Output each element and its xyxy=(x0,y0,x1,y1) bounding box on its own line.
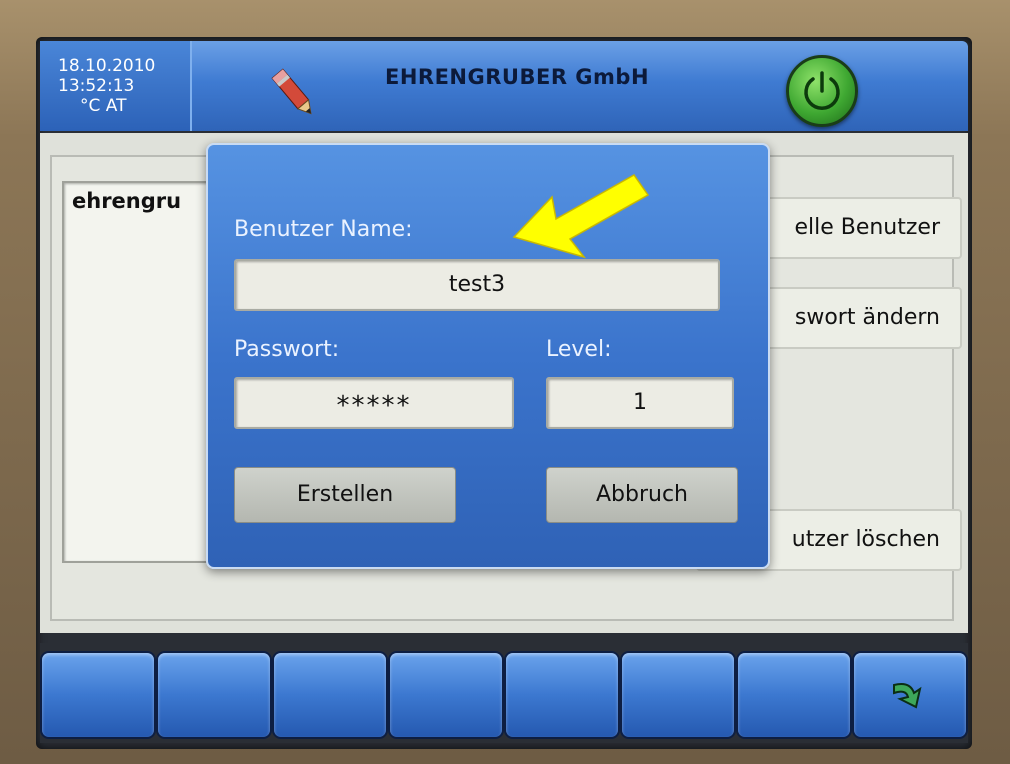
password-field[interactable]: ***** xyxy=(234,377,514,429)
units-text: °C AT xyxy=(80,96,127,116)
power-icon xyxy=(804,71,840,110)
touch-screen: 18.10.2010 13:52:13 °C AT EHRENGRUBER Gm… xyxy=(36,37,972,749)
footer-button-3[interactable] xyxy=(274,653,386,737)
user-name-label: Benutzer Name: xyxy=(234,217,413,242)
time-text: 13:52:13 xyxy=(58,76,135,96)
company-title: EHRENGRUBER GmbH xyxy=(385,65,650,89)
return-arrow-icon xyxy=(893,683,922,709)
footer-button-6[interactable] xyxy=(622,653,734,737)
password-label: Passwort: xyxy=(234,337,340,362)
create-button[interactable]: Erstellen xyxy=(234,467,456,523)
pencil-icon[interactable] xyxy=(265,63,325,123)
footer-button-4[interactable] xyxy=(390,653,502,737)
footer-button-7[interactable] xyxy=(738,653,850,737)
footer-bar xyxy=(40,643,968,743)
back-button[interactable] xyxy=(854,653,966,737)
cancel-button[interactable]: Abbruch xyxy=(546,467,738,523)
create-user-dialog: Benutzer Name: test3 Passwort: Level: **… xyxy=(206,143,770,569)
power-button[interactable] xyxy=(786,55,858,127)
level-field[interactable]: 1 xyxy=(546,377,734,429)
footer-button-1[interactable] xyxy=(42,653,154,737)
date-text: 18.10.2010 xyxy=(58,56,156,76)
status-box: 18.10.2010 13:52:13 °C AT xyxy=(40,41,192,131)
header-bar: 18.10.2010 13:52:13 °C AT EHRENGRUBER Gm… xyxy=(40,41,968,131)
level-label: Level: xyxy=(546,337,612,362)
footer-button-5[interactable] xyxy=(506,653,618,737)
arrow-pointer-icon xyxy=(512,174,650,259)
footer-button-2[interactable] xyxy=(158,653,270,737)
list-item[interactable]: ehrengru xyxy=(72,189,181,213)
